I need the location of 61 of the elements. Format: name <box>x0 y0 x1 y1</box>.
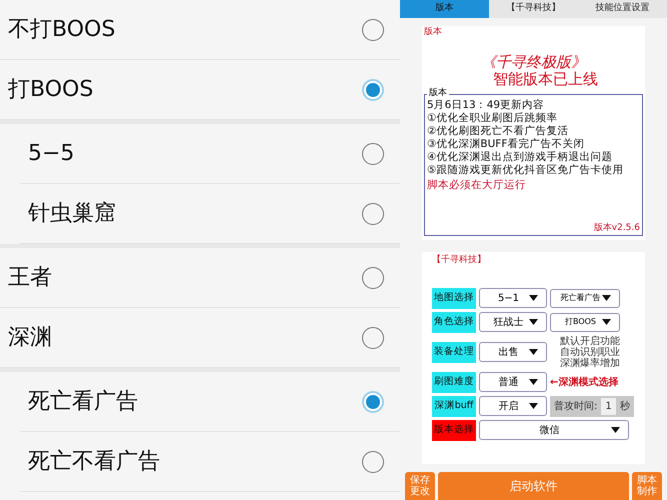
option-row[interactable]: 死亡看广告 <box>20 372 400 432</box>
setting-label: 深渊buff <box>432 396 476 416</box>
caret-icon <box>529 295 538 301</box>
radio-button[interactable] <box>362 450 384 472</box>
headline: 《千寻终极版》 <box>481 54 586 70</box>
feature-note: 默认开启功能 自动识别职业 深渊爆率增加 <box>559 336 621 368</box>
changelog-line: ①优化全职业刷图后跳频率 <box>427 112 558 124</box>
box-title: 版本 <box>427 88 449 98</box>
option-row[interactable]: 打BOOS <box>0 60 400 120</box>
caret-icon <box>529 403 538 409</box>
changelog-line: ④优化深渊退出点到游戏手柄退出问题 <box>427 150 614 164</box>
dropdown[interactable]: 狂战士 <box>479 312 547 332</box>
dropdown[interactable]: 开启 <box>479 396 547 416</box>
card-title: 【千寻科技】 <box>432 254 487 267</box>
option-label: 死亡不看广告 <box>28 448 160 476</box>
option-label: 不打BOOS <box>8 16 116 44</box>
changelog-line: ②优化刷图死亡不看广告复活 <box>427 124 570 138</box>
card-title: 版本 <box>424 26 443 39</box>
tab[interactable]: 【千寻科技】 <box>489 0 578 18</box>
dropdown[interactable]: 死亡看广告 <box>550 288 620 308</box>
timer-field[interactable]: 1 <box>601 398 616 414</box>
caret-icon <box>529 319 538 325</box>
setting-label: 刷图难度 <box>432 372 476 392</box>
dropdown[interactable]: 出售 <box>479 342 547 362</box>
option-label: 打BOOS <box>8 76 94 104</box>
setting-label: 角色选择 <box>432 312 476 332</box>
timer-label: 普攻时间: <box>554 400 598 414</box>
mode-hint: ←深渊模式选择 <box>550 376 618 390</box>
timer-unit: 秒 <box>620 400 630 414</box>
dropdown[interactable]: 普通 <box>479 372 547 392</box>
version-label: 版本v2.5.6 <box>594 222 640 234</box>
option-label: 死亡看广告 <box>28 388 138 416</box>
changelog-line: ③优化深渊BUFF看完广告不关闭 <box>427 138 586 150</box>
radio-button[interactable] <box>362 78 384 100</box>
dropdown[interactable]: 5−1 <box>479 288 547 308</box>
tab[interactable]: 版本 <box>400 0 489 18</box>
changelog-line: 5月6日13：49更新内容 <box>427 98 546 112</box>
radio-button[interactable] <box>362 326 384 348</box>
changelog-line: ⑤跟随游戏更新优化抖音区免广告卡使用 <box>427 164 624 176</box>
caret-icon <box>602 295 611 301</box>
option-label: 5−5 <box>28 140 74 168</box>
headline: 智能版本已上线 <box>492 70 598 88</box>
dropdown[interactable]: 微信 <box>479 420 629 440</box>
radio-button[interactable] <box>362 202 384 224</box>
option-label: 王者 <box>8 264 52 292</box>
tab[interactable]: 技能位置设置 <box>578 0 667 18</box>
setting-label: 版本选择 <box>432 420 476 440</box>
radio-button[interactable] <box>362 390 384 412</box>
caret-icon <box>611 427 620 433</box>
radio-button[interactable] <box>362 18 384 40</box>
notice: 脚本必须在大厅运行 <box>427 178 527 192</box>
option-label: 针虫巢窟 <box>28 200 116 228</box>
setting-label: 装备处理 <box>432 342 476 362</box>
caret-icon <box>529 379 538 385</box>
dropdown[interactable]: 打BOOS <box>550 312 620 332</box>
caret-icon <box>529 349 538 355</box>
caret-icon <box>602 319 611 325</box>
radio-button[interactable] <box>362 266 384 288</box>
setting-label: 地图选择 <box>432 288 476 308</box>
radio-button[interactable] <box>362 142 384 164</box>
option-label: 深渊 <box>8 324 52 352</box>
